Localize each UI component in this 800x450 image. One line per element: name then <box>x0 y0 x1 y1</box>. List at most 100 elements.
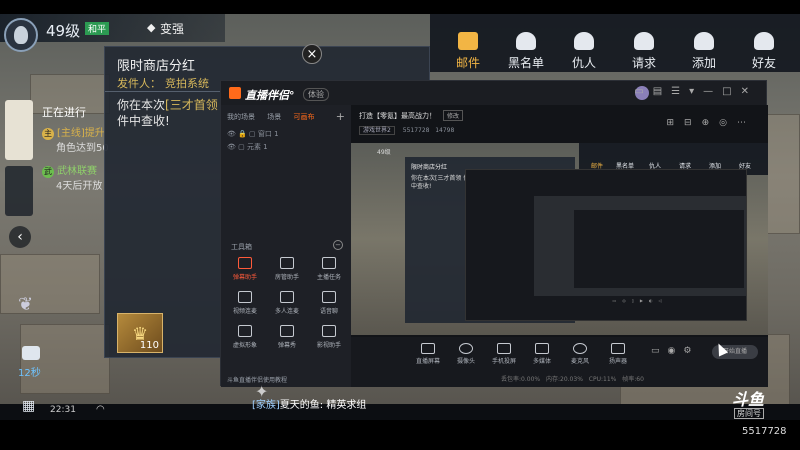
preview-companion: ▭◎▯▶◐◁ <box>465 169 747 321</box>
tab-scenes[interactable]: 场景 <box>267 113 281 121</box>
mail-body-text: 你在本次 <box>117 98 166 112</box>
source-label: 元素 1 <box>246 143 268 151</box>
tab-my-scenes[interactable]: 我的场景 <box>227 113 255 121</box>
tool-danmaku-show[interactable]: 弹幕秀 <box>267 325 307 349</box>
avatar-icon <box>238 325 252 337</box>
screen-icon <box>421 343 435 354</box>
speaker-button[interactable]: 扬声器 <box>599 343 637 365</box>
tool-manager[interactable]: 房管助手 <box>267 257 307 281</box>
source-row[interactable]: 👁 🔒 ▢ 窗口 1 <box>227 129 279 139</box>
tool-multi-link[interactable]: 多人连麦 <box>267 291 307 315</box>
preview-mail-title: 限时商店分红 <box>411 164 448 171</box>
stream-toolbar: 直播屏幕 摄像头 手机投屏 多媒体 麦克风 扬声器 ▭◉⚙ 开始直播 丢包率:0… <box>351 337 768 387</box>
player-level: 49级 <box>46 22 81 40</box>
toolbar-label: 多媒体 <box>532 358 551 365</box>
record-settings-icons[interactable]: ▭◉⚙ <box>651 346 699 356</box>
room-label: 房间号 <box>734 408 764 419</box>
stream-companion-window: 直播伴侣° 体验 ▭▤☰▾—□✕ 我的场景 场景 可画布 + 👁 🔒 ▢ 窗口 … <box>220 80 768 387</box>
mic-button[interactable]: 麦克风 <box>561 343 599 365</box>
danmaku-show-icon <box>280 325 294 337</box>
strong-button[interactable]: 变强 <box>160 20 184 37</box>
mail-body-highlight: [三才首领 <box>165 98 218 112</box>
social-request[interactable]: 请求 <box>620 14 668 72</box>
preview-toolbar: ▭◎▯▶◐◁ <box>612 298 668 303</box>
edit-title-button[interactable]: 修改 <box>443 110 464 121</box>
tool-avatar[interactable]: 虚拟形象 <box>225 325 265 349</box>
social-label: 请求 <box>631 56 656 70</box>
douyu-logo: 斗鱼 <box>732 390 765 409</box>
media-button[interactable]: 多媒体 <box>523 343 561 365</box>
tool-label: 房管助手 <box>274 274 299 281</box>
source-row[interactable]: 👁 ▢ 元素 1 <box>227 142 268 152</box>
add-scene-icon[interactable]: + <box>336 110 345 123</box>
scene-panel: 我的场景 场景 可画布 + 👁 🔒 ▢ 窗口 1 👁 ▢ 元素 1 工具箱 − … <box>221 105 351 387</box>
tool-voice-chat[interactable]: 语音聊 <box>309 291 349 315</box>
close-icon[interactable]: × <box>302 44 322 64</box>
camera-button[interactable]: 摄像头 <box>447 343 485 365</box>
phone-cast-icon <box>497 343 511 354</box>
request-icon <box>634 32 654 50</box>
app-name: 直播伴侣° <box>245 89 295 102</box>
social-friends[interactable]: 好友 <box>740 14 788 72</box>
add-friend-icon <box>694 32 714 50</box>
scene-stone <box>0 254 100 314</box>
mail-body: 你在本次[三才首领 件中查收! <box>117 97 227 129</box>
collapse-arrow-icon[interactable]: ‹ <box>9 226 31 248</box>
mode-badge[interactable]: 和平 <box>85 22 110 35</box>
toolbar-label: 扬声器 <box>608 358 627 365</box>
quest-item[interactable]: 武武林联赛 <box>42 162 97 178</box>
movie-icon <box>322 325 336 337</box>
phone-cast-button[interactable]: 手机投屏 <box>485 343 523 365</box>
preview-nested <box>534 196 746 296</box>
tool-label: 视频连麦 <box>232 308 257 315</box>
quest-tab[interactable] <box>5 100 33 160</box>
chat-icon[interactable] <box>22 346 40 360</box>
tool-danmaku[interactable]: 弹幕助手 <box>225 257 265 281</box>
tab-canvas[interactable]: 可画布 <box>293 113 314 121</box>
social-blacklist[interactable]: 黑名单 <box>502 14 550 72</box>
multi-link-icon <box>280 291 294 303</box>
friends-icon <box>754 32 774 50</box>
clan-chat-line[interactable]: [家族]夏天的鱼: 精英求组 <box>252 396 366 411</box>
mail-icon <box>458 32 478 50</box>
toolbox-toggle-icon[interactable]: − <box>333 240 343 250</box>
flag-tab[interactable] <box>5 166 33 216</box>
quest-desc: 角色达到50 <box>56 143 109 154</box>
player-avatar[interactable] <box>4 18 38 52</box>
mail-sender-label: 发件人： <box>117 77 161 90</box>
mail-attachment[interactable]: ♛ 110 <box>117 313 163 353</box>
social-label: 好友 <box>751 56 776 70</box>
quest-item[interactable]: 主 [主线]提升 <box>42 124 105 140</box>
social-mail[interactable]: 邮件 <box>444 14 492 72</box>
window-controls[interactable]: ▭▤☰▾—□✕ <box>634 86 758 97</box>
main-toolbar-icons[interactable]: ⊞⊟⊕◎⋯ <box>667 118 756 128</box>
social-enemy[interactable]: 仇人 <box>560 14 608 72</box>
task-icon <box>322 257 336 269</box>
clan-message: 夏天的鱼: 精英求组 <box>279 400 367 411</box>
heat-count: 14798 <box>435 127 455 134</box>
room-title: 打造【零氪】最高战力！ <box>359 112 436 120</box>
quest-title: [主线]提升 <box>57 128 105 139</box>
status-bar: 丢包率:0.00% 内存:20.03% CPU:11% 帧率:60 <box>501 376 644 383</box>
social-label: 添加 <box>691 56 716 70</box>
media-icon <box>535 343 549 354</box>
grid-menu-icon[interactable]: ▦ <box>22 398 35 414</box>
category-tag[interactable]: 游戏世界2 <box>359 126 395 135</box>
quest-tag: 主 <box>42 128 54 140</box>
toolbar-label: 麦克风 <box>570 358 589 365</box>
tool-video-link[interactable]: 视频连麦 <box>225 291 265 315</box>
wing-icon[interactable]: ❦ <box>18 294 33 315</box>
tool-task[interactable]: 主播任务 <box>309 257 349 281</box>
tool-movie[interactable]: 影视助手 <box>309 325 349 349</box>
danmaku-icon <box>238 257 252 269</box>
toolbar-label: 摄像头 <box>456 358 475 365</box>
stream-preview: 49级 邮件 黑名单 仇人 请求 添加 好友 限时商店分红 你在本次[三才首领 … <box>351 143 768 335</box>
mail-sender: 竞拍系统 <box>165 77 209 90</box>
voice-timer: 12秒 <box>18 368 41 379</box>
watermark-room-id: 5517728 <box>742 426 787 437</box>
social-add[interactable]: 添加 <box>680 14 728 72</box>
tool-label: 主播任务 <box>316 274 341 281</box>
screen-button[interactable]: 直播屏幕 <box>409 343 447 365</box>
titlebar: 直播伴侣° 体验 ▭▤☰▾—□✕ <box>221 81 766 105</box>
diamond-icon: ◆ <box>147 21 156 34</box>
